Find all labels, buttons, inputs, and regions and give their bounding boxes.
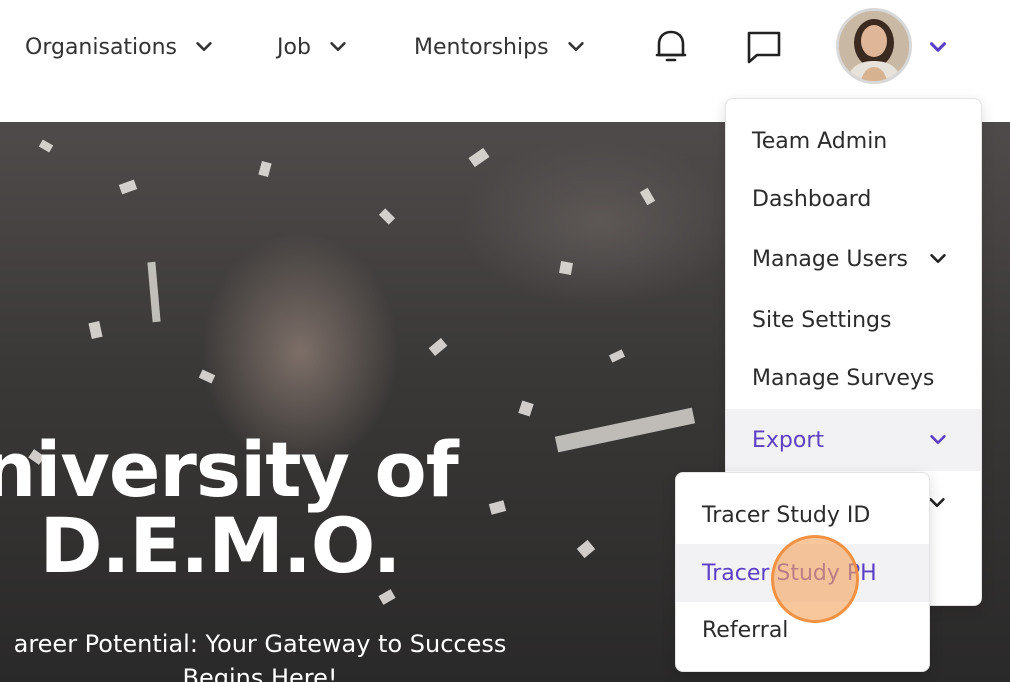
menu-item-manage-surveys[interactable]: Manage Surveys <box>726 349 981 407</box>
hero-title-line-2: D.E.M.O. <box>39 501 401 590</box>
submenu-item-tracer-study-id[interactable]: Tracer Study ID <box>676 486 929 544</box>
confetti <box>488 500 507 515</box>
nav-organisations-label: Organisations <box>25 34 178 60</box>
chevron-down-icon[interactable] <box>925 34 951 60</box>
menu-item-label: Manage Users <box>752 246 908 272</box>
submenu-item-label: Tracer Study ID <box>702 502 871 528</box>
confetti <box>378 589 396 605</box>
chevron-down-icon <box>330 42 346 52</box>
menu-item-label: Dashboard <box>752 186 872 212</box>
nav-organisations[interactable]: Organisations <box>25 30 215 64</box>
diploma-scroll <box>147 261 161 323</box>
click-indicator <box>771 535 859 623</box>
hero-subtitle-line-1: areer Potential: Your Gateway to Success <box>13 630 507 658</box>
confetti <box>608 349 626 363</box>
menu-item-export[interactable]: Export <box>726 409 981 471</box>
confetti <box>88 321 103 339</box>
confetti <box>38 139 54 153</box>
menu-item-team-admin[interactable]: Team Admin <box>726 112 981 170</box>
user-avatar[interactable] <box>836 8 912 84</box>
confetti <box>468 147 490 168</box>
confetti <box>378 208 396 225</box>
menu-item-label: Site Settings <box>752 307 892 333</box>
menu-item-label: Export <box>752 427 825 453</box>
hero-subtitle: areer Potential: Your Gateway to Success… <box>0 627 550 682</box>
messages-button[interactable] <box>744 27 784 67</box>
nav-job-label: Job <box>277 34 311 60</box>
confetti <box>559 261 573 275</box>
chevron-down-icon <box>930 435 946 445</box>
confetti <box>518 400 534 417</box>
confetti <box>639 187 656 206</box>
diploma-scroll <box>554 407 696 453</box>
menu-item-manage-users[interactable]: Manage Users <box>726 230 981 288</box>
nav-job[interactable]: Job <box>277 30 349 64</box>
nav-mentorships[interactable]: Mentorships <box>414 30 587 64</box>
chevron-down-icon <box>930 254 946 264</box>
nav-mentorships-label: Mentorships <box>414 34 549 60</box>
menu-item-dashboard[interactable]: Dashboard <box>726 170 981 228</box>
notifications-button[interactable] <box>651 27 691 67</box>
confetti <box>428 338 448 356</box>
hero-title: niversity of D.E.M.O. <box>0 432 480 584</box>
confetti <box>198 369 216 384</box>
chevron-down-icon <box>567 42 584 52</box>
hero-subtitle-line-2: Begins Here! <box>182 664 338 682</box>
menu-item-site-settings[interactable]: Site Settings <box>726 291 981 349</box>
menu-item-label: Manage Surveys <box>752 365 935 391</box>
bell-icon <box>655 30 687 62</box>
confetti <box>258 160 272 178</box>
chevron-down-icon <box>196 42 212 52</box>
chat-icon <box>747 31 781 64</box>
confetti <box>576 539 596 559</box>
confetti <box>118 179 138 195</box>
hero-title-line-1: niversity of <box>0 425 459 514</box>
avatar-photo <box>839 11 909 81</box>
submenu-item-label: Referral <box>702 617 789 643</box>
menu-item-label: Team Admin <box>752 128 888 154</box>
